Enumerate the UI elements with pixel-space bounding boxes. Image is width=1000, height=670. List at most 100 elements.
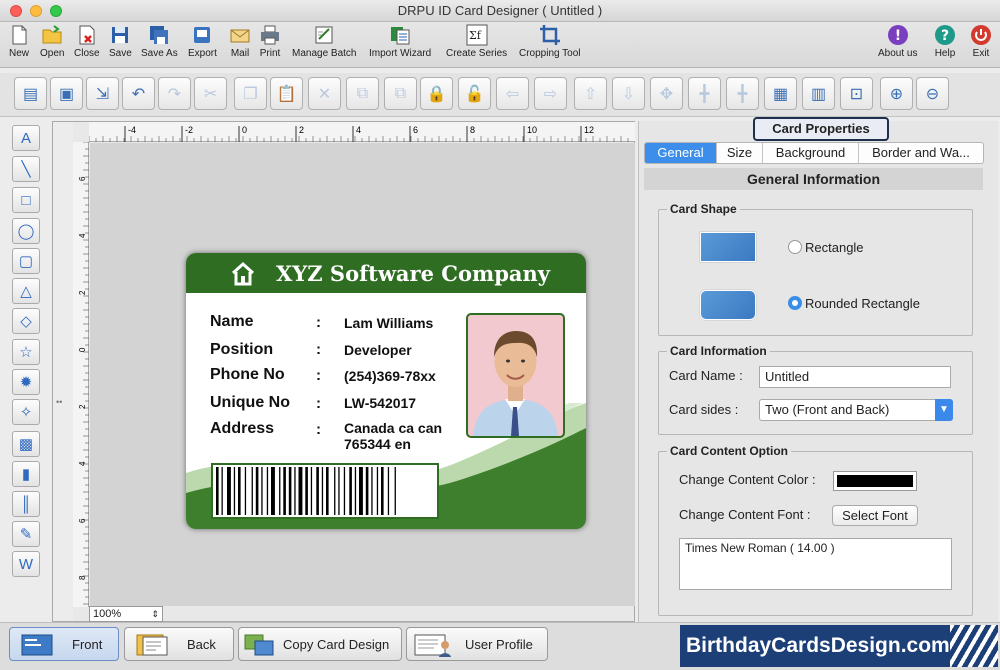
back-button[interactable]: Back (124, 627, 234, 661)
content-color-picker[interactable] (833, 471, 917, 491)
properties-icon[interactable]: ▤ (14, 77, 47, 110)
save-as-button[interactable]: Save As (141, 24, 178, 59)
background-image-icon[interactable]: ▣ (50, 77, 83, 110)
tab-background[interactable]: Background (763, 143, 859, 163)
content-font-display[interactable]: Times New Roman ( 14.00 ) (679, 538, 952, 590)
mail-button[interactable]: Mail (229, 24, 251, 59)
company-name[interactable]: XYZ Software Company (276, 261, 550, 286)
watermark-tool-icon[interactable]: W (12, 551, 40, 577)
name-label[interactable]: Name (210, 313, 254, 331)
ruler-icon[interactable]: ▥ (802, 77, 835, 110)
phone-value[interactable]: (254)369-78xx (344, 368, 436, 384)
arrow-down-icon[interactable]: ⇩ (612, 77, 645, 110)
signature-tool-icon[interactable]: ✎ (12, 521, 40, 547)
library-tool-icon[interactable]: ▮ (12, 461, 40, 487)
address-label[interactable]: Address (210, 420, 274, 438)
rounded-rectangle-shape-preview[interactable] (700, 290, 756, 320)
tab-size[interactable]: Size (717, 143, 763, 163)
rounded-rectangle-label[interactable]: Rounded Rectangle (805, 296, 920, 311)
card-workspace[interactable]: XYZ Software Company Name : Lam Williams… (90, 143, 635, 606)
card-name-input[interactable]: Untitled (759, 366, 951, 388)
position-value[interactable]: Developer (344, 342, 412, 358)
copy-icon[interactable]: ❐ (234, 77, 267, 110)
line-tool-icon[interactable]: ╲ (12, 156, 40, 182)
chevron-down-icon[interactable]: ▼ (935, 399, 953, 421)
zoom-stepper-icon[interactable]: ⇕ (151, 607, 159, 621)
redo-icon[interactable]: ↷ (158, 77, 191, 110)
lock-icon[interactable]: 🔒 (420, 77, 453, 110)
actual-size-icon[interactable]: ⊡ (840, 77, 873, 110)
export-button[interactable]: Export (188, 24, 217, 59)
card-sides-select[interactable]: Two (Front and Back) ▼ (759, 399, 953, 421)
position-label[interactable]: Position (210, 341, 273, 359)
diamond-tool-icon[interactable]: ◇ (12, 308, 40, 334)
about-us-button[interactable]: ! About us (878, 24, 917, 59)
text-tool-icon[interactable]: A (12, 125, 40, 151)
arrow-left-icon[interactable]: ⇦ (496, 77, 529, 110)
tab-general[interactable]: General (645, 143, 717, 163)
rectangle-label[interactable]: Rectangle (805, 240, 864, 255)
four-point-star-tool-icon[interactable]: ✧ (12, 399, 40, 425)
tab-border-and-watermark[interactable]: Border and Wa... (859, 143, 983, 163)
new-button[interactable]: New (8, 24, 30, 59)
rectangle-tool-icon[interactable]: □ (12, 187, 40, 213)
image-tool-icon[interactable]: ▩ (12, 431, 40, 457)
zoom-in-icon[interactable]: ⊕ (880, 77, 913, 110)
import-wizard-button[interactable]: Import Wizard (369, 24, 431, 59)
address-value-line1[interactable]: Canada ca can (344, 420, 442, 436)
arrow-right-icon[interactable]: ⇨ (534, 77, 567, 110)
new-file-icon (12, 25, 27, 45)
address-value-line2[interactable]: 765344 en (344, 436, 411, 452)
save-button[interactable]: Save (109, 24, 132, 59)
help-button[interactable]: ? Help (934, 24, 956, 59)
star-tool-icon[interactable]: ☆ (12, 339, 40, 365)
paste-icon[interactable]: 📋 (270, 77, 303, 110)
triangle-tool-icon[interactable]: △ (12, 278, 40, 304)
zoom-window-button[interactable] (50, 5, 62, 17)
align-horizontal-icon[interactable]: ╋ (726, 77, 759, 110)
ellipse-tool-icon[interactable]: ◯ (12, 218, 40, 244)
exit-button[interactable]: Exit (970, 24, 992, 59)
id-card[interactable]: XYZ Software Company Name : Lam Williams… (186, 253, 586, 529)
zoom-select[interactable]: 100% ⇕ (89, 606, 163, 622)
export-image-icon[interactable]: ⇲ (86, 77, 119, 110)
zoom-out-icon[interactable]: ⊖ (916, 77, 949, 110)
bring-front-icon[interactable]: ⧉ (346, 77, 379, 110)
unique-no-label[interactable]: Unique No (210, 394, 290, 412)
rounded-rectangle-radio[interactable] (788, 296, 802, 310)
rounded-rectangle-tool-icon[interactable]: ▢ (12, 248, 40, 274)
align-vertical-icon[interactable]: ╋ (688, 77, 721, 110)
open-button[interactable]: Open (40, 24, 64, 59)
photo-frame[interactable] (466, 313, 565, 438)
close-window-button[interactable] (10, 5, 22, 17)
manage-batch-button[interactable]: Manage Batch (292, 24, 357, 59)
canvas-splitter[interactable]: •• (53, 122, 73, 621)
move-center-icon[interactable]: ✥ (650, 77, 683, 110)
cut-icon[interactable]: ✂ (194, 77, 227, 110)
grid-icon[interactable]: ▦ (764, 77, 797, 110)
unlock-icon[interactable]: 🔓 (458, 77, 491, 110)
print-button[interactable]: Print (259, 24, 281, 59)
barcode-bar (338, 467, 340, 515)
arrow-up-icon[interactable]: ⇧ (574, 77, 607, 110)
card-header[interactable]: XYZ Software Company (186, 253, 586, 293)
cropping-tool-button[interactable]: Cropping Tool (519, 24, 581, 59)
burst-tool-icon[interactable]: ✹ (12, 369, 40, 395)
phone-label[interactable]: Phone No (210, 366, 285, 384)
barcode[interactable] (211, 463, 439, 519)
close-button[interactable]: Close (74, 24, 100, 59)
rectangle-shape-preview[interactable] (700, 232, 756, 262)
minimize-window-button[interactable] (30, 5, 42, 17)
undo-icon[interactable]: ↶ (122, 77, 155, 110)
send-back-icon[interactable]: ⧉ (384, 77, 417, 110)
create-series-button[interactable]: Σf Create Series (446, 24, 507, 59)
unique-no-value[interactable]: LW-542017 (344, 395, 416, 411)
barcode-tool-icon[interactable]: ║ (12, 491, 40, 517)
name-value[interactable]: Lam Williams (344, 315, 433, 331)
front-button[interactable]: Front (9, 627, 119, 661)
user-profile-button[interactable]: User Profile (406, 627, 548, 661)
rectangle-radio[interactable] (788, 240, 802, 254)
copy-card-design-button[interactable]: Copy Card Design (238, 627, 402, 661)
delete-icon[interactable]: ✕ (308, 77, 341, 110)
select-font-button[interactable]: Select Font (832, 505, 918, 526)
